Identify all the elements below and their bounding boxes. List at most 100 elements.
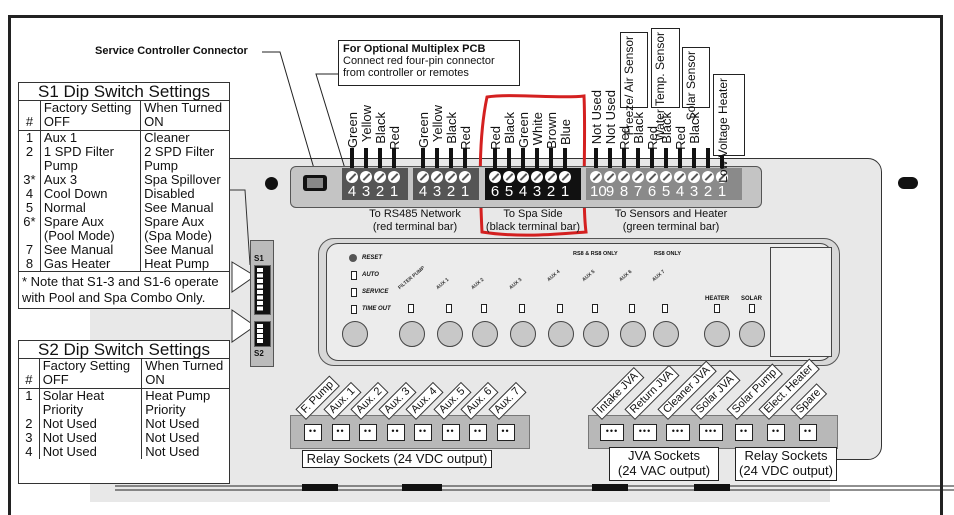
relay-socket[interactable]: •• [331, 424, 350, 441]
terminal-screw [417, 171, 429, 183]
output-button-1[interactable] [437, 321, 463, 347]
freeze-air-sensor-box: Freeze/ Air Sensor [620, 32, 648, 135]
reset-indicator [349, 254, 357, 262]
status-label: RESET [362, 255, 383, 261]
terminal-screw [545, 171, 557, 183]
terminal-number: 4 [347, 183, 357, 200]
terminal-number: 3 [532, 183, 542, 200]
terminal-screw [503, 171, 515, 183]
status-led [351, 288, 357, 297]
low-voltage-heater-box: Low Voltage Heater [713, 74, 745, 183]
output-led [519, 304, 525, 313]
terminal-number: 3 [689, 183, 699, 200]
wire-label: Black [373, 112, 388, 144]
status-led [351, 305, 357, 314]
terminal-number: 2 [446, 183, 456, 200]
jva-socket[interactable]: ••• [600, 424, 624, 441]
output-button-3[interactable] [510, 321, 536, 347]
wire-lead [706, 148, 710, 168]
wire-label: Green [516, 112, 531, 149]
multiplex-title: For Optional Multiplex PCB [343, 43, 486, 55]
heater-led [714, 304, 720, 313]
table-row: 6* Spare Aux (Pool Mode) Spare Aux (Spa Mo… [19, 215, 229, 243]
s1-note: * Note that S1-3 and S1-6 operate with P… [19, 271, 229, 308]
terminal-number: 4 [418, 183, 428, 200]
terminal-screw [688, 171, 700, 183]
wire-lead [364, 148, 368, 168]
relay-socket[interactable]: •• [414, 424, 432, 441]
terminal-screw [618, 171, 630, 183]
relay-socket[interactable]: •• [767, 424, 785, 441]
jva-socket[interactable]: ••• [666, 424, 690, 441]
relay-socket[interactable]: •• [469, 424, 487, 441]
terminal-screw [702, 171, 714, 183]
relay-socket[interactable]: •• [496, 424, 515, 441]
wire-lead [594, 148, 598, 168]
spa-caption: To Spa Side (black terminal bar) [485, 208, 581, 233]
wire-label: Blue [558, 119, 573, 146]
rs485-terminal-b: 4321 [413, 168, 479, 200]
wire-label: Green [416, 112, 431, 149]
wire-label: Yellow [430, 104, 445, 142]
status-label: SERVICE [362, 289, 389, 295]
reset-button[interactable] [342, 321, 368, 347]
output-button-2[interactable] [472, 321, 498, 347]
terminal-number: 1 [560, 183, 570, 200]
s1-switch[interactable] [254, 265, 271, 315]
relay-socket[interactable]: •• [735, 424, 753, 441]
output-button-0[interactable] [399, 321, 425, 347]
terminal-screw [360, 171, 372, 183]
relay-socket[interactable]: •• [441, 424, 460, 441]
table-row: 1 Aux 1 Cleaner [19, 130, 229, 145]
rs8-only-label: RS8 ONLY [654, 251, 682, 257]
table-row: 2 Not Used Not Used [19, 417, 229, 431]
status-label: AUTO [362, 272, 379, 278]
solar-sensor-box: Solar Sensor [682, 47, 710, 120]
wire-lead [549, 148, 553, 168]
output-button-6[interactable] [620, 321, 646, 347]
jva-socket[interactable]: ••• [699, 424, 723, 441]
wire-lead [392, 148, 396, 168]
heater-button[interactable] [704, 321, 730, 347]
heater-label: HEATER [705, 296, 730, 302]
relay-right-caption: Relay Sockets (24 VDC output) [735, 447, 837, 481]
s1-table-body: # Factory Setting OFF When Turned ON 1 Aux 1 Cl… [19, 101, 229, 271]
s2-switch[interactable] [254, 321, 271, 347]
s2-table-body: # Factory Setting OFF When Turned ON 1 Solar H… [19, 359, 229, 459]
relay-socket[interactable]: •• [799, 424, 817, 441]
table-row: 7 See Manual See Manual [19, 243, 229, 257]
wire-lead [378, 148, 382, 168]
output-led [629, 304, 635, 313]
output-button-5[interactable] [583, 321, 609, 347]
wire-label: Red [387, 126, 402, 151]
wire-lead [507, 148, 511, 168]
table-row: 5 Normal See Manual [19, 201, 229, 215]
terminal-screw [590, 171, 602, 183]
terminal-screw [646, 171, 658, 183]
relay-socket[interactable]: •• [386, 424, 405, 441]
terminal-screw [445, 171, 457, 183]
terminal-screw [346, 171, 358, 183]
output-button-4[interactable] [548, 321, 574, 347]
terminal-number: 10 [590, 183, 607, 200]
solar-label: SOLAR [741, 296, 762, 302]
output-led [592, 304, 598, 313]
relay-socket[interactable]: •• [359, 424, 377, 441]
terminal-number: 4 [675, 183, 685, 200]
wire-lead [435, 148, 439, 168]
solar-button[interactable] [739, 321, 765, 347]
service-connector-icon [303, 175, 327, 191]
wire-lead [650, 148, 654, 168]
sensors-caption: To Sensors and Heater (green terminal ba… [614, 208, 728, 233]
terminal-screw [489, 171, 501, 183]
terminal-number: 6 [647, 183, 657, 200]
output-led [446, 304, 452, 313]
relay-socket[interactable]: •• [304, 424, 322, 441]
rs485-terminal-a: 4321 [342, 168, 408, 200]
output-button-7[interactable] [653, 321, 679, 347]
terminal-screw [431, 171, 443, 183]
status-led [351, 271, 357, 280]
s1-label: S1 [254, 254, 264, 263]
terminal-number: 6 [490, 183, 500, 200]
jva-socket[interactable]: ••• [633, 424, 657, 441]
